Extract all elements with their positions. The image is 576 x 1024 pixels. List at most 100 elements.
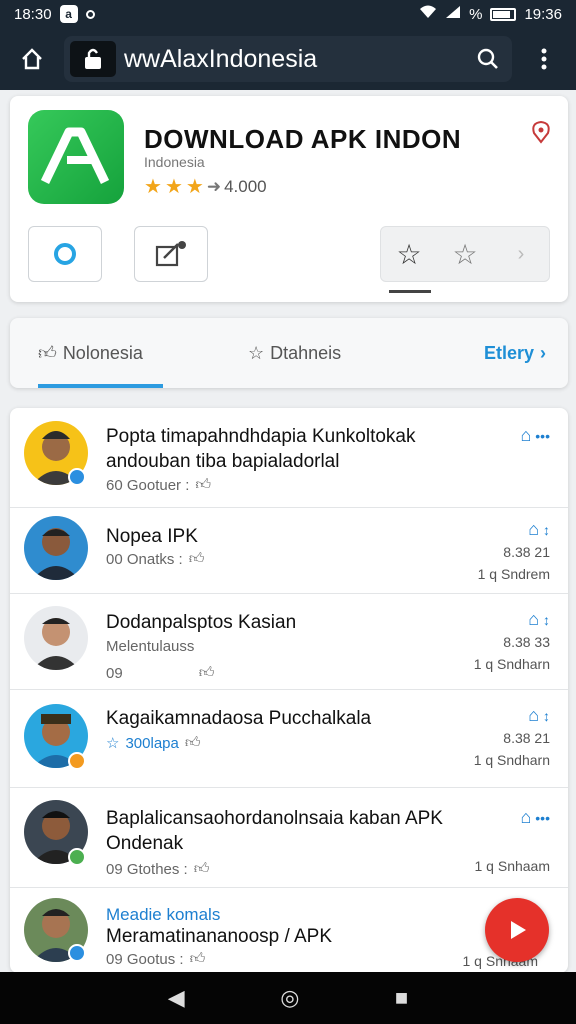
home-icon[interactable] <box>14 41 50 77</box>
tab-bar: 👍︎ Nolonesia ☆ Dtahneis Etlery › <box>10 318 568 388</box>
home-icon[interactable]: ⌂ <box>521 807 532 827</box>
url-text: wwAlaxIndonesia <box>124 44 318 73</box>
chevron-right-icon: › <box>540 342 546 363</box>
app-header-card: DOWNLOAD APK INDON Indonesia ★ ★ ★ ➜ 4.0… <box>10 96 568 302</box>
star-icon: ★ <box>185 176 204 198</box>
item-title: Baplalicansaohordanolnsaia kaban APK Ond… <box>106 808 443 854</box>
browser-toolbar: wwAlaxIndonesia <box>0 28 576 90</box>
star-icon: ☆ <box>106 735 120 752</box>
item-meta: 09 Gootus : 👍︎ <box>106 950 205 968</box>
item-subtitle-text: Melentulauss <box>106 638 195 655</box>
item-size: 1 q Sndharn <box>473 752 550 768</box>
badge-icon <box>68 752 86 770</box>
tab-dtahneis[interactable]: ☆ Dtahneis <box>248 318 341 388</box>
home-circle-icon[interactable]: ◎ <box>280 985 299 1011</box>
arrow-icon: ➜ <box>206 176 222 196</box>
list-item[interactable]: Dodanpalsptos Kasian Melentulauss 09 👍︎ … <box>10 594 568 690</box>
verified-badge-icon <box>68 468 86 486</box>
more-label: Etlery <box>483 342 534 363</box>
thumb-icon: 👍︎ <box>189 950 206 967</box>
badge-icon <box>68 848 86 866</box>
system-nav-bar: ◀ ◎ ■ <box>0 972 576 1024</box>
item-meta-text: 09 Gootus : <box>106 950 184 968</box>
item-title: Kagaikamnadaosa Pucchalkala <box>106 708 372 729</box>
item-size: 1 q Snhaam <box>474 858 551 874</box>
status-time-right: 19:36 <box>524 5 562 23</box>
wifi-icon <box>419 5 437 23</box>
status-time-left: 18:30 <box>14 5 52 23</box>
tab-more-link[interactable]: Etlery › <box>484 318 546 388</box>
item-title: Nopea IPK <box>106 526 198 547</box>
play-fab-button[interactable] <box>485 898 549 962</box>
recents-icon[interactable]: ■ <box>395 985 408 1011</box>
home-icon[interactable]: ⌂ <box>528 609 539 629</box>
app-title: DOWNLOAD APK INDON <box>144 124 462 154</box>
item-meta: 00 Onatks : 👍︎ <box>106 550 204 568</box>
battery-percent-label: % <box>469 5 483 23</box>
item-meta-text: 60 Gootuer : <box>106 476 190 494</box>
item-version: 8.38 33 <box>503 634 550 650</box>
item-right-info: ⌂ ↕ 8.38 33 1 q Sndharn <box>474 608 550 675</box>
back-icon[interactable]: ◀ <box>168 985 185 1011</box>
item-subtitle: Melentulauss <box>106 638 194 655</box>
tab-label: Dtahneis <box>270 342 342 363</box>
location-pin-icon[interactable] <box>530 120 552 150</box>
item-meta: ☆ 300lapa 👍︎ <box>106 734 201 752</box>
play-icon <box>511 921 526 939</box>
status-bar: 18:30 a % 19:36 <box>0 0 576 28</box>
share-button[interactable] <box>134 226 208 282</box>
item-meta: 09 Gtothes : 👍︎ <box>106 860 209 878</box>
item-right-info: ⌂ ••• 1 q Snhaam <box>475 806 551 877</box>
item-right-info: ⌂ ••• <box>521 424 550 447</box>
thumb-icon: 👍︎ <box>184 734 201 751</box>
item-meta-text: 00 Onatks : <box>106 550 183 568</box>
star-outline-icon[interactable]: ☆ <box>437 238 493 271</box>
chevron-right-icon[interactable]: › <box>493 243 549 266</box>
home-icon[interactable]: ⌂ <box>528 519 539 539</box>
item-meta: 60 Gootuer : 👍︎ <box>106 476 211 494</box>
thumb-icon: 👍︎ <box>38 343 57 363</box>
battery-icon <box>490 7 517 21</box>
signal-icon <box>445 5 461 23</box>
item-size: 1 q Sndharn <box>473 656 550 672</box>
share-icon <box>155 241 186 267</box>
item-version: 8.38 21 <box>503 730 550 746</box>
item-right-info: ⌂ ↕ 8.38 21 1 q Sndrem <box>478 518 550 585</box>
list-item[interactable]: Kagaikamnadaosa Pucchalkala ☆ 300lapa 👍︎… <box>10 690 568 788</box>
open-button[interactable] <box>28 226 102 282</box>
item-title: Popta timapahndhdapia Kunkoltokak andoub… <box>106 426 416 472</box>
item-meta-text: 09 Gtothes : <box>106 860 188 878</box>
verified-badge-icon <box>68 944 86 962</box>
more-dots-icon[interactable]: ••• <box>535 428 550 444</box>
thumb-icon: 👍︎ <box>193 860 210 877</box>
app-list: Popta timapahndhdapia Kunkoltokak andoub… <box>10 408 568 973</box>
app-subtitle: Indonesia <box>144 154 205 170</box>
list-item[interactable]: Baplalicansaohordanolnsaia kaban APK Ond… <box>10 788 568 888</box>
search-icon[interactable] <box>470 41 506 77</box>
segment-indicator <box>389 290 431 293</box>
item-meta: 09 👍︎ <box>106 664 214 682</box>
item-version: 8.38 21 <box>503 544 550 560</box>
star-icon: ☆ <box>248 342 265 363</box>
list-item[interactable]: Popta timapahndhdapia Kunkoltokak andoub… <box>10 408 568 508</box>
more-menu-icon[interactable] <box>526 41 562 77</box>
thumb-icon: 👍︎ <box>188 550 205 567</box>
list-item[interactable]: Nopea IPK 00 Onatks : 👍︎ ⌂ ↕ 8.38 21 1 q… <box>10 508 568 594</box>
tab-nolonesia[interactable]: 👍︎ Nolonesia <box>38 318 163 388</box>
item-title: Dodanpalsptos Kasian <box>106 612 297 633</box>
rating-count: 4.000 <box>224 176 267 196</box>
lock-icon <box>70 41 116 77</box>
favorite-segment: ☆ ☆ › <box>380 226 550 293</box>
home-icon[interactable]: ⌂ <box>528 705 539 725</box>
url-bar[interactable]: wwAlaxIndonesia <box>64 36 512 82</box>
home-icon[interactable]: ⌂ <box>521 425 532 445</box>
avatar <box>24 606 88 670</box>
item-right-info: ⌂ ↕ 8.38 21 1 q Sndharn <box>474 704 550 771</box>
notification-dot-icon <box>85 9 95 19</box>
star-outline-icon-active[interactable]: ☆ <box>381 238 437 271</box>
item-meta-text: 300lapa <box>125 734 179 752</box>
notification-icon: a <box>59 5 78 23</box>
app-logo-icon <box>28 110 124 204</box>
avatar <box>24 516 88 580</box>
thumb-icon: 👍︎ <box>198 664 215 681</box>
